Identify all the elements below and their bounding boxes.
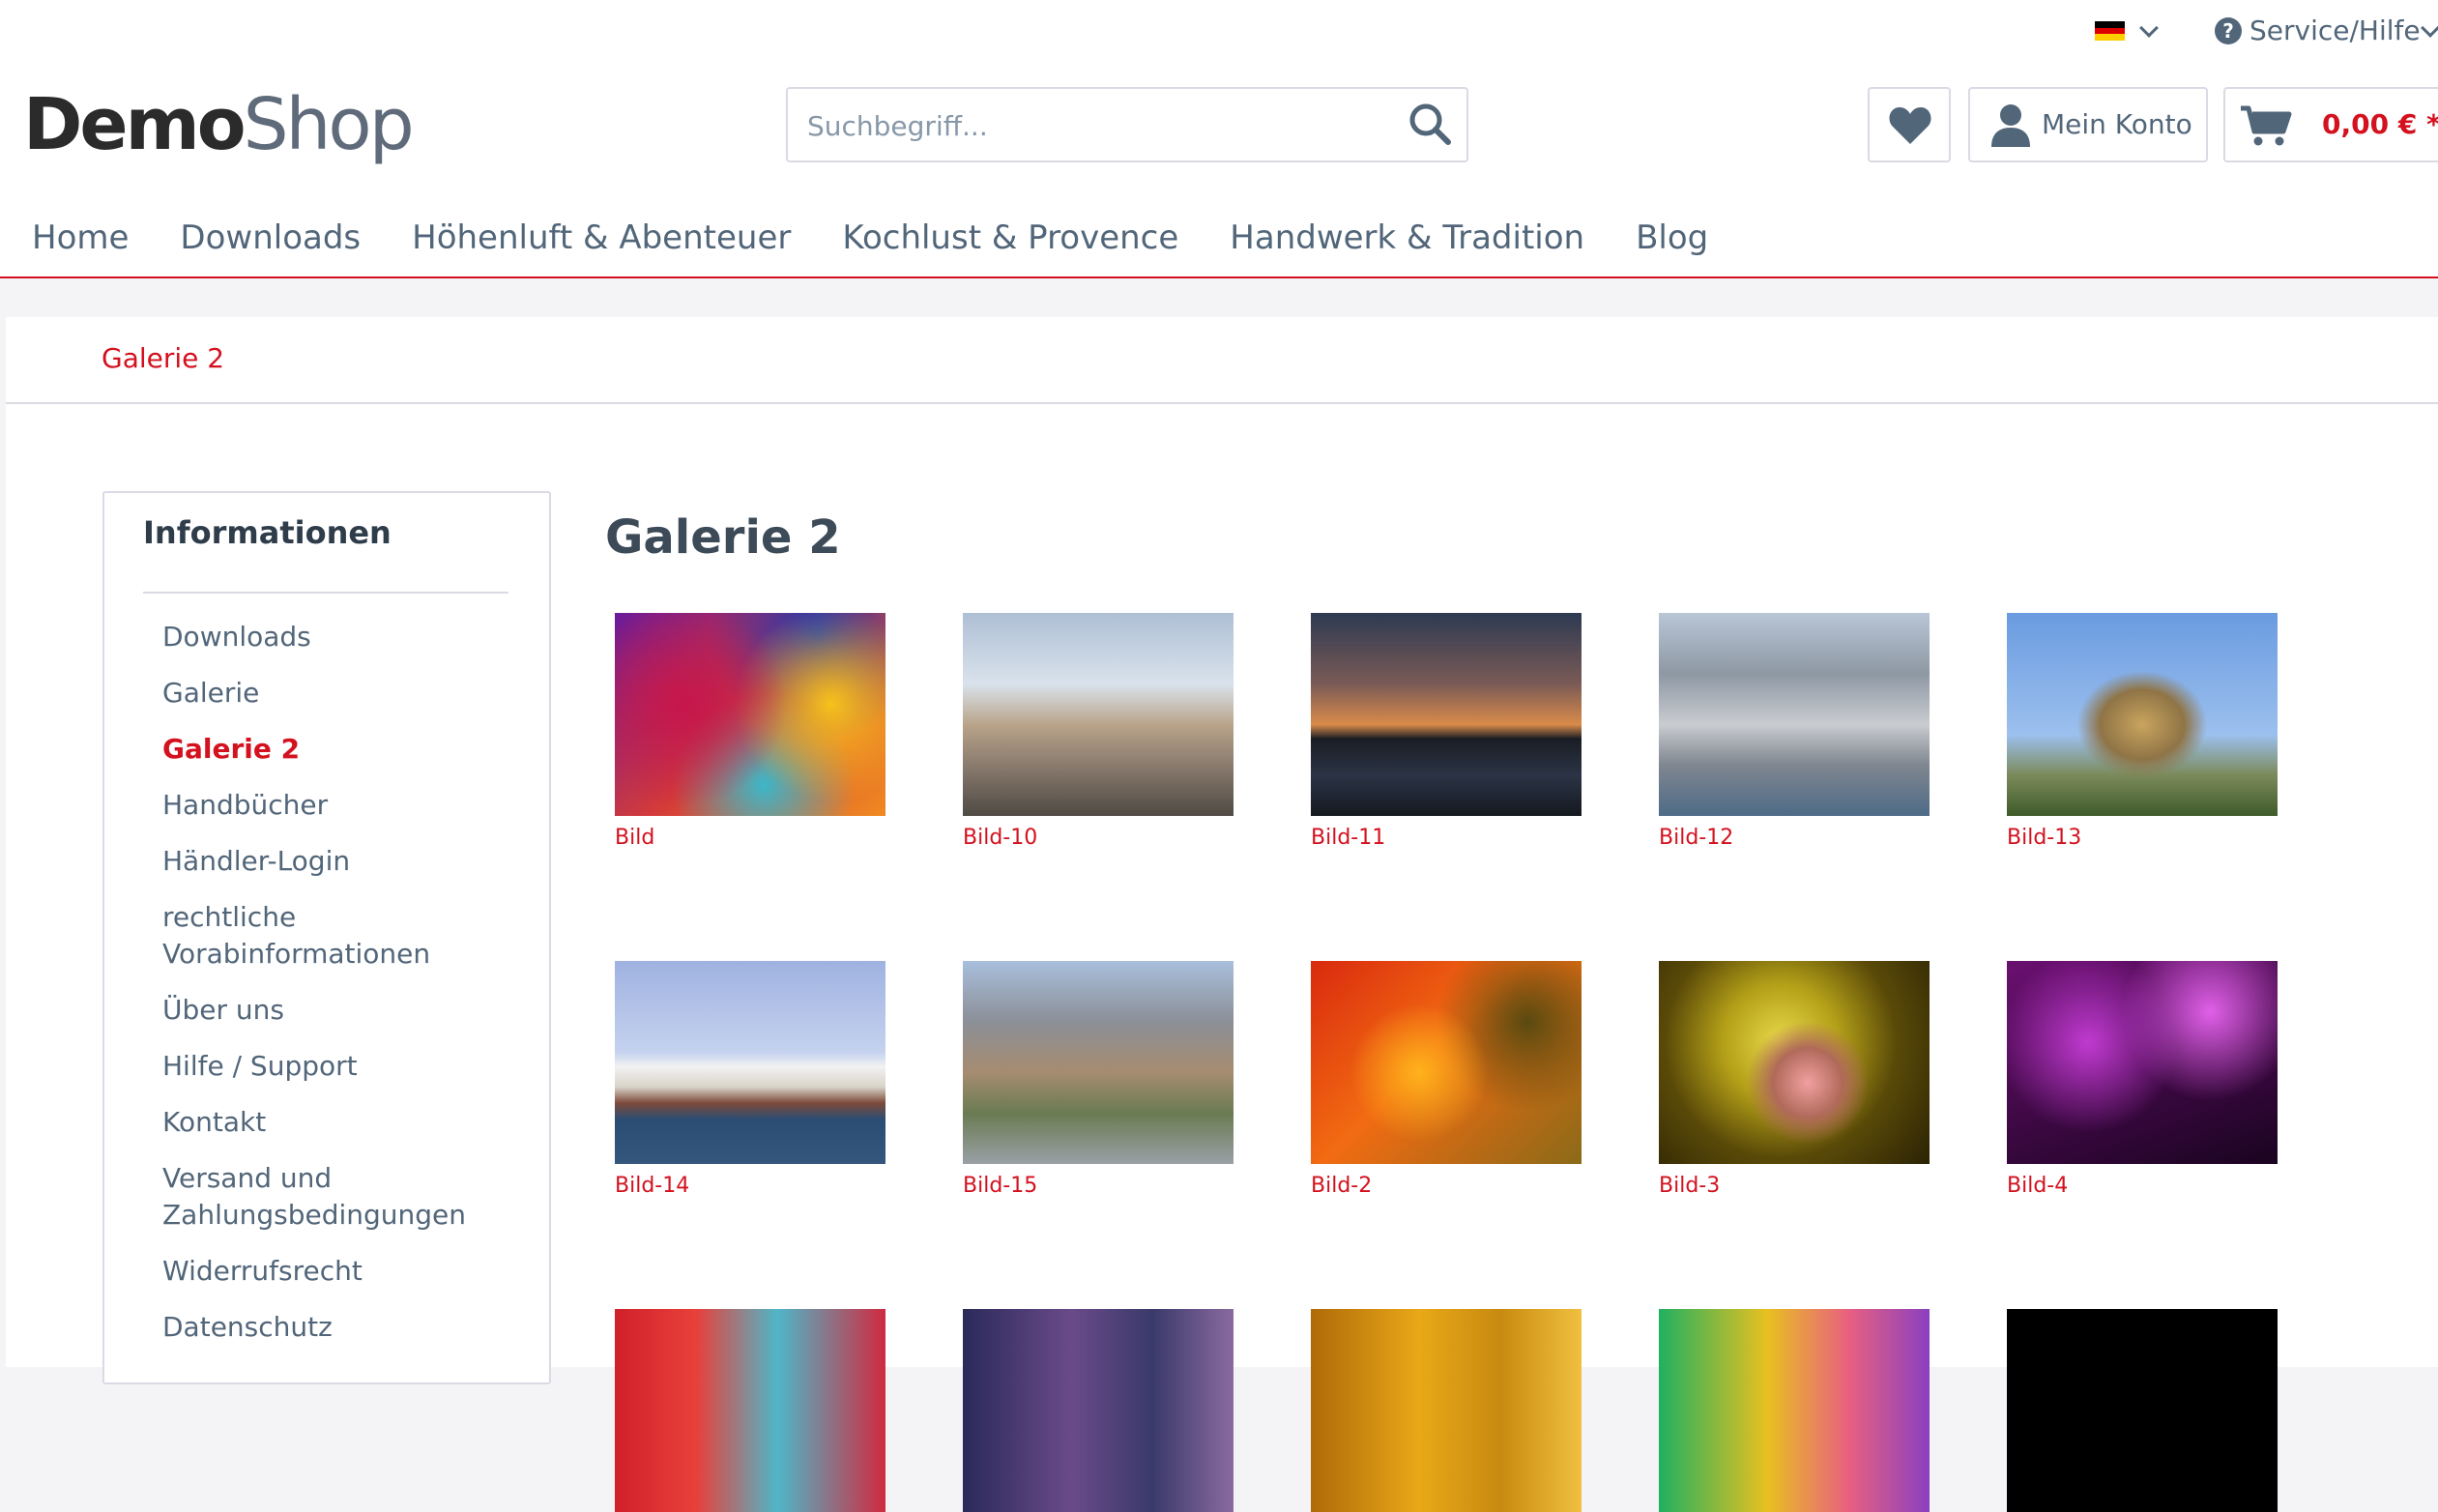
nav-item-downloads[interactable]: Downloads <box>180 218 361 257</box>
sidebar-item-datenschutz[interactable]: Datenschutz <box>162 1309 510 1346</box>
gallery-item[interactable] <box>963 1309 1234 1512</box>
gallery-caption[interactable]: Bild-2 <box>1311 1174 1582 1198</box>
search-box <box>786 87 1468 162</box>
gallery-image[interactable] <box>2007 1309 2278 1512</box>
language-flag-icon[interactable] <box>2095 21 2125 41</box>
gallery-caption[interactable]: Bild <box>615 826 885 850</box>
logo-text-demo[interactable]: Demo <box>23 83 247 166</box>
cart-button[interactable]: 0,00 € * <box>2223 87 2438 162</box>
nav-item-blog[interactable]: Blog <box>1636 218 1708 257</box>
sidebar-item-widerrufsrecht[interactable]: Widerrufsrecht <box>162 1253 510 1290</box>
gallery-image[interactable] <box>1659 1309 1930 1512</box>
gallery-image[interactable] <box>615 613 885 816</box>
heart-icon <box>1889 107 1931 144</box>
sidebar-item-hilfe-support[interactable]: Hilfe / Support <box>162 1048 510 1085</box>
sidebar-title: Informationen <box>143 514 392 551</box>
gallery-item[interactable]: Bild-4 <box>2007 961 2278 1198</box>
gallery-image[interactable] <box>1311 961 1582 1164</box>
gallery-caption[interactable]: Bild-4 <box>2007 1174 2278 1198</box>
gallery-image[interactable] <box>963 961 1234 1164</box>
nav-item-hoehenluft[interactable]: Höhenluft & Abenteuer <box>412 218 791 257</box>
gallery-item[interactable] <box>1659 1309 1930 1512</box>
gallery-item[interactable]: Bild-3 <box>1659 961 1930 1198</box>
gallery-caption[interactable]: Bild-13 <box>2007 826 2278 850</box>
account-label: Mein Konto <box>2042 108 2192 140</box>
gallery-item[interactable]: Bild-15 <box>963 961 1234 1198</box>
chevron-down-icon[interactable] <box>2139 18 2159 38</box>
sidebar-item-haendler-login[interactable]: Händler-Login <box>162 843 510 880</box>
sidebar-list: Downloads Galerie Galerie 2 Handbücher H… <box>162 619 510 1365</box>
top-bar: ? Service/Hilfe <box>0 0 2438 64</box>
sidebar: Informationen Downloads Galerie Galerie … <box>102 491 551 1384</box>
page-title: Galerie 2 <box>605 510 841 565</box>
sidebar-item-kontakt[interactable]: Kontakt <box>162 1104 510 1141</box>
gallery-caption[interactable]: Bild-10 <box>963 826 1234 850</box>
sidebar-divider <box>143 592 508 594</box>
gallery-image[interactable] <box>615 1309 885 1512</box>
cart-icon <box>2241 105 2292 146</box>
sidebar-item-galerie[interactable]: Galerie <box>162 675 510 712</box>
search-icon[interactable] <box>1405 99 1457 151</box>
breadcrumb: Galerie 2 <box>6 317 2438 404</box>
wishlist-button[interactable] <box>1868 87 1951 162</box>
nav-item-handwerk[interactable]: Handwerk & Tradition <box>1230 218 1584 257</box>
shop-logo[interactable]: DemoShop <box>23 83 415 166</box>
gallery-image[interactable] <box>1311 1309 1582 1512</box>
cart-total: 0,00 € * <box>2322 108 2438 140</box>
gallery-image[interactable] <box>963 1309 1234 1512</box>
user-icon <box>1991 104 2030 147</box>
gallery-caption[interactable]: Bild-15 <box>963 1174 1234 1198</box>
gallery-item[interactable]: Bild <box>615 613 885 850</box>
search-input[interactable] <box>805 89 1389 162</box>
nav-item-home[interactable]: Home <box>32 218 129 257</box>
sidebar-item-galerie-2[interactable]: Galerie 2 <box>162 731 510 768</box>
gallery-item[interactable]: Bild-14 <box>615 961 885 1198</box>
sidebar-item-versand[interactable]: Versand und Zahlungsbedingungen <box>162 1160 510 1234</box>
gallery-caption[interactable]: Bild-11 <box>1311 826 1582 850</box>
gallery-item[interactable]: Bild-12 <box>1659 613 1930 850</box>
gallery-item[interactable] <box>2007 1309 2278 1512</box>
gallery-caption[interactable]: Bild-14 <box>615 1174 885 1198</box>
gallery-item[interactable] <box>1311 1309 1582 1512</box>
gallery-item[interactable]: Bild-13 <box>2007 613 2278 850</box>
gallery-image[interactable] <box>1659 961 1930 1164</box>
service-menu[interactable]: Service/Hilfe <box>2249 15 2421 46</box>
gallery-image[interactable] <box>615 961 885 1164</box>
gallery-image[interactable] <box>1659 613 1930 816</box>
sidebar-item-ueber-uns[interactable]: Über uns <box>162 992 510 1029</box>
content-area: Informationen Downloads Galerie Galerie … <box>6 404 2438 1512</box>
main-navigation: Home Downloads Höhenluft & Abenteuer Kochlu… <box>32 218 1759 267</box>
gallery-image[interactable] <box>1311 613 1582 816</box>
nav-item-kochlust[interactable]: Kochlust & Provence <box>842 218 1178 257</box>
gallery-item[interactable] <box>615 1309 885 1512</box>
sidebar-item-handbuecher[interactable]: Handbücher <box>162 787 510 824</box>
gallery-image[interactable] <box>963 613 1234 816</box>
gallery-image[interactable] <box>2007 613 2278 816</box>
gallery-caption[interactable]: Bild-12 <box>1659 826 1930 850</box>
header: DemoShop Mein Konto 0,00 € * Home Downloa… <box>0 64 2438 278</box>
account-button[interactable]: Mein Konto <box>1968 87 2208 162</box>
gallery-item[interactable]: Bild-11 <box>1311 613 1582 850</box>
gallery-item[interactable]: Bild-2 <box>1311 961 1582 1198</box>
gallery-item[interactable]: Bild-10 <box>963 613 1234 850</box>
chevron-down-icon[interactable] <box>2421 18 2438 38</box>
sidebar-item-vorabinformationen[interactable]: rechtliche Vorabinformationen <box>162 899 510 973</box>
help-icon[interactable]: ? <box>2215 17 2242 44</box>
sidebar-item-downloads[interactable]: Downloads <box>162 619 510 655</box>
breadcrumb-item[interactable]: Galerie 2 <box>102 342 224 374</box>
logo-text-shop[interactable]: Shop <box>244 83 415 166</box>
gallery-caption[interactable]: Bild-3 <box>1659 1174 1930 1198</box>
gallery-image[interactable] <box>2007 961 2278 1164</box>
